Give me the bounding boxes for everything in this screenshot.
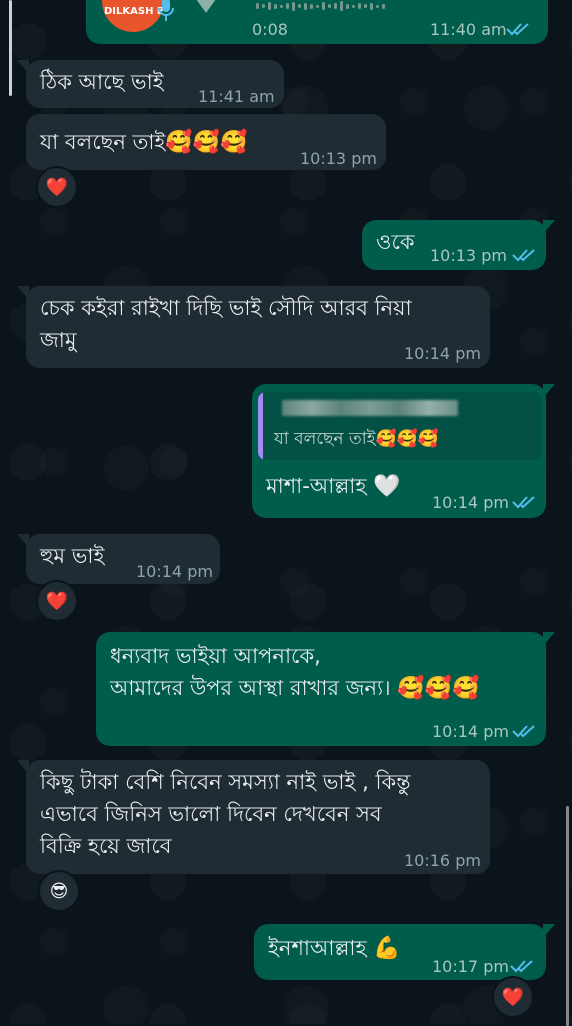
message-time: 11:40 am [430, 20, 507, 39]
message-time: 10:14 pm [136, 562, 213, 581]
message-text: ওকে [376, 230, 415, 254]
read-ticks-icon [512, 725, 535, 738]
message-text: ইনশাআল্লাহ 💪 [268, 936, 401, 961]
heart-reaction[interactable]: ❤️ [36, 166, 78, 208]
read-ticks-icon [510, 960, 533, 973]
message-text: ঠিক আছে ভাই [40, 70, 164, 94]
quoted-sender-name-blurred [282, 400, 458, 416]
message-time: 10:17 pm [432, 957, 509, 976]
audio-waveform[interactable] [256, 0, 385, 14]
read-ticks-icon [506, 23, 529, 36]
message-time: 10:14 pm [432, 493, 509, 512]
message-time: 10:14 pm [404, 344, 481, 363]
audio-sender-logo: DILKASH B [102, 0, 164, 32]
outgoing-message-bubble[interactable]: ওকে 10:13 pm [362, 220, 555, 270]
message-time: 10:16 pm [404, 851, 481, 870]
read-ticks-icon [512, 496, 535, 509]
outgoing-message-bubble[interactable]: ইনশাআল্লাহ 💪 10:17 pm [254, 924, 555, 980]
white-heart-emoji: 🤍 [373, 474, 401, 499]
incoming-message-bubble[interactable]: ঠিক আছে ভাই 11:41 am [17, 60, 284, 108]
heart-reaction[interactable]: ❤️ [492, 976, 534, 1018]
message-text: কিছু টাকা বেশি নিবেন সমস্যা নাই ভাই , কি… [40, 770, 411, 858]
sunglasses-reaction[interactable]: 😎 [38, 870, 80, 912]
message-text: যা বলছেন তাই🥰🥰🥰 [40, 130, 248, 155]
microphone-icon [158, 0, 174, 26]
audio-logo-text: DILKASH B [104, 6, 164, 17]
audio-message-bubble[interactable]: DILKASH B 0:08 11:40 am [86, 0, 548, 44]
scroll-indicator-right[interactable] [566, 806, 569, 1026]
smiling-hearts-emoji: 🥰🥰🥰 [165, 130, 248, 155]
message-text: ধন্যবাদ ভাইয়া আপনাকে, আমাদের উপর আস্থা … [110, 644, 480, 701]
scroll-indicator-left[interactable] [9, 0, 12, 96]
flexed-biceps-emoji: 💪 [373, 936, 401, 961]
incoming-message-bubble[interactable]: যা বলছেন তাই🥰🥰🥰 10:13 pm [26, 114, 386, 170]
quoted-reply[interactable]: যা বলছেন তাই🥰🥰🥰 [258, 392, 542, 460]
heart-reaction[interactable]: ❤️ [36, 580, 78, 622]
quoted-text: যা বলছেন তাই🥰🥰🥰 [274, 429, 439, 449]
outgoing-message-bubble[interactable]: ধন্যবাদ ভাইয়া আপনাকে, আমাদের উপর আস্থা … [96, 632, 555, 746]
audio-duration: 0:08 [252, 20, 288, 39]
incoming-message-bubble[interactable]: চেক কইরা রাইখা দিছি ভাই সৌদি আরব নিয়া জ… [17, 286, 490, 368]
message-time: 10:13 pm [430, 246, 507, 265]
quote-bar [258, 392, 263, 460]
message-time: 11:41 am [198, 87, 275, 106]
incoming-message-bubble[interactable]: হুম ভাই 10:14 pm [17, 534, 220, 584]
play-icon[interactable] [196, 0, 216, 17]
message-time: 10:14 pm [432, 722, 509, 741]
read-ticks-icon [512, 249, 535, 262]
message-text: মাশা-আল্লাহ 🤍 [266, 474, 401, 499]
message-text: চেক কইরা রাইখা দিছি ভাই সৌদি আরব নিয়া জ… [40, 296, 412, 352]
message-text: হুম ভাই [40, 544, 105, 568]
incoming-message-bubble[interactable]: কিছু টাকা বেশি নিবেন সমস্যা নাই ভাই , কি… [17, 760, 490, 874]
message-time: 10:13 pm [300, 149, 377, 168]
smiling-hearts-emoji: 🥰🥰🥰 [397, 676, 480, 701]
